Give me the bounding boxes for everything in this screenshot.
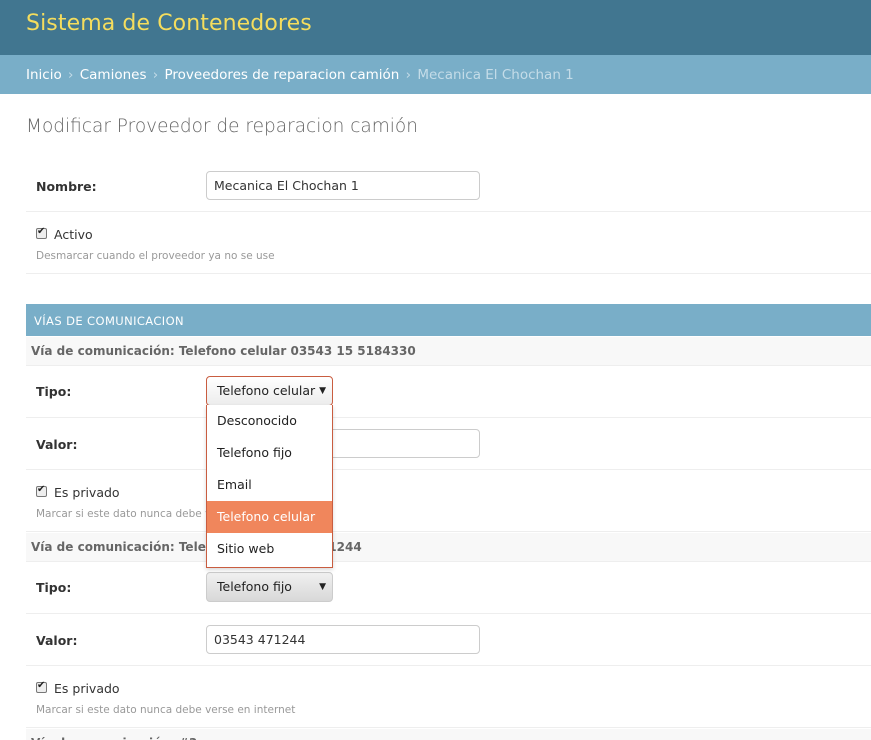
breadcrumb: Inicio › Camiones › Proveedores de repar…	[0, 55, 871, 94]
inline-entry-header: Vía de comunicación: #3	[26, 729, 871, 740]
breadcrumb-separator: ›	[68, 67, 74, 83]
dropdown-option[interactable]: Desconocido	[207, 405, 332, 437]
tipo-select-value: Telefono celular	[217, 383, 316, 398]
vias-comunicacion-header: VÍAS DE COMUNICACION	[26, 304, 871, 336]
dropdown-option-selected[interactable]: Telefono celular	[207, 501, 332, 533]
breadcrumb-inicio[interactable]: Inicio	[26, 67, 62, 83]
form-row-activo: Activo Desmarcar cuando el proveedor ya …	[26, 212, 871, 274]
nombre-label: Nombre:	[36, 179, 97, 194]
site-title[interactable]: Sistema de Contenedores	[26, 11, 312, 36]
form-row-valor: Valor: 03543 471244	[26, 614, 871, 666]
privado-checkbox[interactable]	[36, 484, 47, 497]
privado-help-text: Marcar si este dato nunca debe verse en …	[36, 704, 296, 716]
tipo-dropdown-list: Desconocido Telefono fijo Email Telefono…	[206, 405, 333, 568]
valor-input[interactable]: 03543 471244	[206, 625, 480, 654]
dropdown-option[interactable]: Sitio web	[207, 533, 332, 565]
breadcrumb-separator: ›	[152, 67, 159, 83]
breadcrumb-separator: ›	[405, 67, 412, 83]
inline-entry-header: Vía de comunicación: Telefono fijo 03543…	[26, 533, 871, 562]
triangle-down-icon: ▼	[319, 386, 326, 396]
form-row-tipo: Tipo: Telefono fijo ▼	[26, 562, 871, 614]
page-title: Modificar Proveedor de reparacion camión	[26, 116, 418, 137]
privado-label: Es privado	[54, 681, 120, 696]
site-header: Sistema de Contenedores	[0, 0, 871, 55]
form-row-valor: Valor:	[26, 418, 871, 470]
dropdown-option[interactable]: Email	[207, 469, 332, 501]
nombre-input[interactable]: Mecanica El Chochan 1	[206, 171, 480, 200]
activo-help-text: Desmarcar cuando el proveedor ya no se u…	[36, 250, 275, 262]
triangle-down-icon: ▼	[319, 582, 326, 592]
valor-label: Valor:	[36, 633, 78, 648]
breadcrumb-current: Mecanica El Chochan 1	[417, 67, 574, 83]
breadcrumb-proveedores[interactable]: Proveedores de reparacion camión	[165, 67, 400, 83]
tipo-label: Tipo:	[36, 384, 72, 399]
form-row-privado: Es privado Marcar si este dato nunca deb…	[26, 666, 871, 728]
form-row-nombre: Nombre: Mecanica El Chochan 1	[26, 160, 871, 212]
tipo-label: Tipo:	[36, 580, 72, 595]
dropdown-option[interactable]: Telefono fijo	[207, 437, 332, 469]
privado-checkbox[interactable]	[36, 680, 47, 693]
form-row-privado: Es privado Marcar si este dato nunca deb…	[26, 470, 871, 532]
inline-entry-header: Vía de comunicación: Telefono celular 03…	[26, 337, 871, 366]
tipo-select[interactable]: Telefono fijo ▼	[206, 572, 333, 602]
form-row-tipo: Tipo: Telefono celular ▼	[26, 366, 871, 418]
privado-label: Es privado	[54, 485, 120, 500]
tipo-select-value: Telefono fijo	[217, 579, 292, 594]
breadcrumb-camiones[interactable]: Camiones	[80, 67, 147, 83]
valor-label: Valor:	[36, 437, 78, 452]
tipo-select[interactable]: Telefono celular ▼	[206, 376, 333, 406]
activo-label: Activo	[54, 227, 93, 242]
activo-checkbox[interactable]	[36, 226, 47, 239]
